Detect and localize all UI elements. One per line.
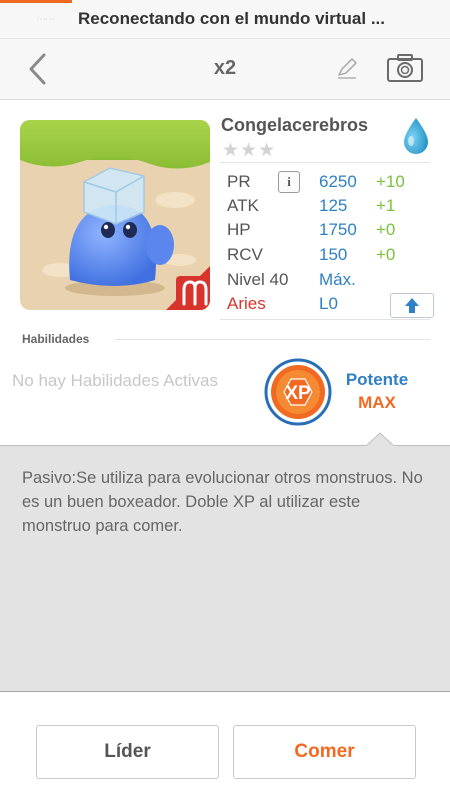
leader-button[interactable]: Líder [36,725,219,779]
stat-bonus-atk: +1 [376,196,396,215]
divider [220,319,430,320]
arrow-up-icon [405,298,419,313]
edit-button[interactable] [334,55,360,81]
stat-value-pr: 6250 [319,172,357,191]
skill-name: Potente [345,370,409,389]
info-icon[interactable]: i [278,171,300,193]
stat-bonus-rcv: +0 [376,245,396,264]
pointer-arrow [366,432,394,447]
sign-value: L0 [319,294,338,313]
stat-bonus-hp: +0 [376,220,396,239]
xp-badge-text: XP [285,383,311,404]
abilities-heading: Habilidades [22,332,90,346]
divider [220,162,430,163]
monster-portrait [20,120,210,310]
page-title: x2 [213,57,237,79]
stat-value-atk: 125 [319,196,348,215]
reconnect-message: Reconectando con el mundo virtual ... [78,9,385,28]
skill-level: MAX [358,393,396,412]
stat-label-pr: PR [227,172,251,191]
divider [115,339,430,340]
monster-name: Congelacerebros [221,115,369,135]
xp-skill-badge[interactable]: XP [264,358,332,426]
no-abilities-text: No hay Habilidades Activas [11,371,218,390]
water-drop-icon [398,116,434,156]
status-bar: ⋯⋯ Reconectando con el mundo virtual ... [0,0,450,39]
camera-icon [387,54,423,82]
nav-bar: x2 [0,39,450,100]
stat-label-hp: HP [227,220,251,239]
level-value: Máx. [319,270,356,289]
stat-label-atk: ATK [227,196,259,215]
spinner-icon: ⋯⋯ [36,14,55,25]
stat-bonus-pr: +10 [376,172,405,191]
level-up-button[interactable] [390,293,434,318]
description-text: Pasivo:Se utiliza para evolucionar otros… [22,469,423,535]
eat-button[interactable]: Comer [233,725,416,779]
reconnect-progress-bar [0,0,72,3]
pencil-icon [338,58,357,79]
star-rating: ★★★ [222,140,277,161]
camera-button[interactable] [386,53,424,83]
level-label: Nivel 40 [227,270,289,289]
sign-label: Aries [227,294,266,313]
stat-value-hp: 1750 [319,220,357,239]
stat-value-rcv: 150 [319,245,348,264]
stat-label-rcv: RCV [227,245,263,264]
